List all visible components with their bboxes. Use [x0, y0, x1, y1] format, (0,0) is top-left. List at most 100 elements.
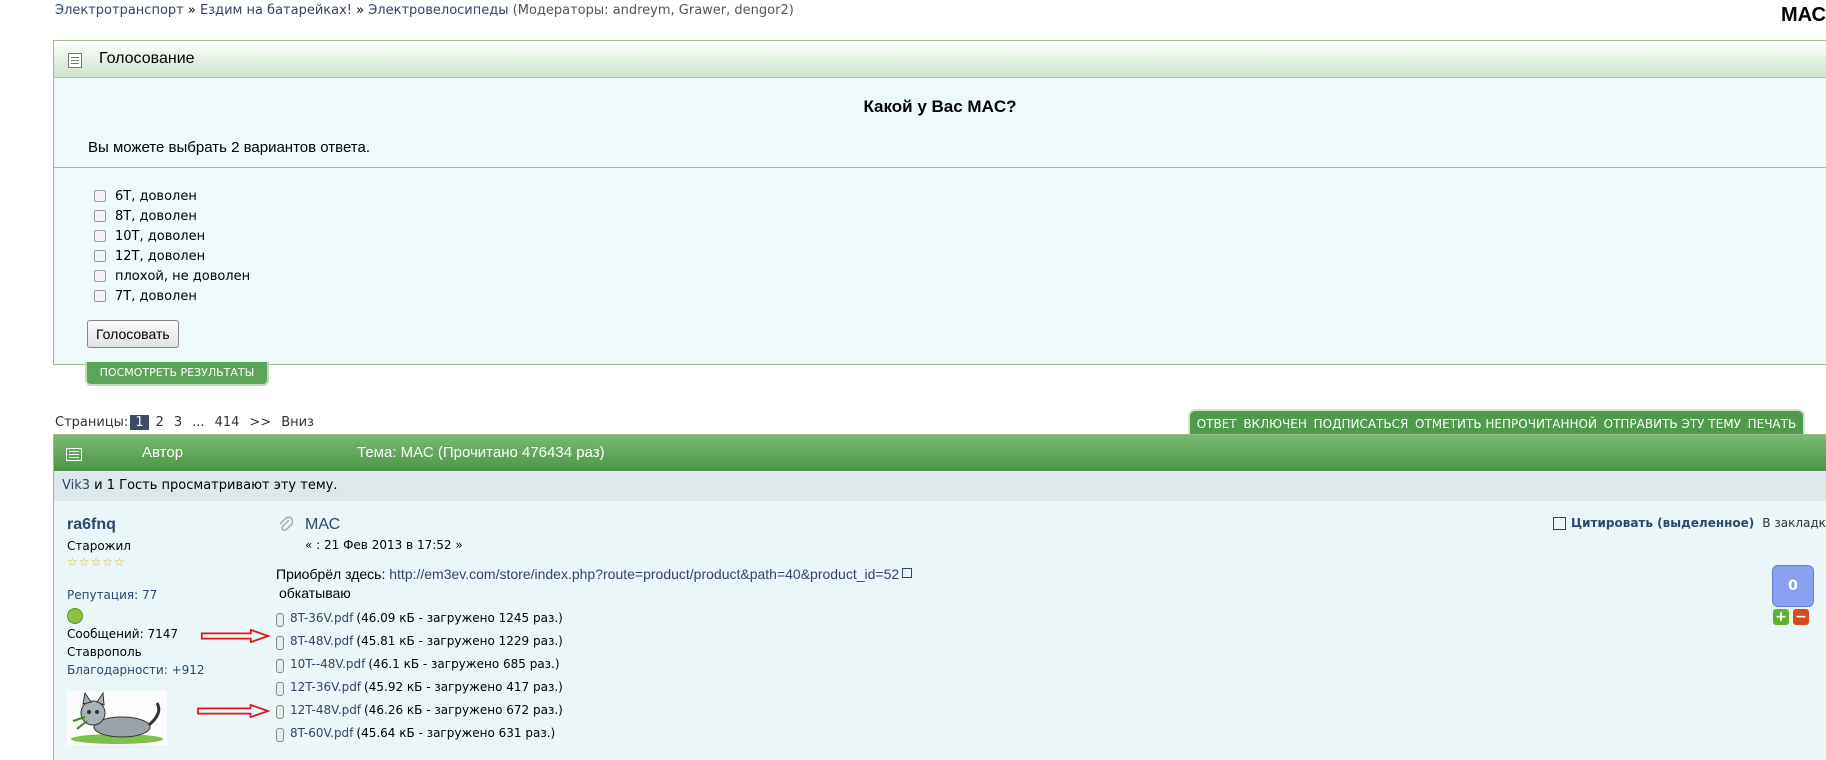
attachment-item: 12T-36V.pdf (45.92 кБ - загружено 417 раз… [276, 675, 563, 698]
checkbox[interactable] [94, 210, 106, 222]
poll-option-label: 8T, доволен [115, 208, 197, 224]
list-icon [68, 53, 82, 68]
enabled-button[interactable]: ВКЛЮЧЕН [1243, 417, 1307, 431]
breadcrumb-link-batteries[interactable]: Ездим на батарейках! [200, 3, 352, 18]
karma-minus-button[interactable]: − [1793, 609, 1809, 625]
pagination: Страницы: 1 2 3 ... 414 >> Вниз [55, 415, 319, 430]
jump-down-link[interactable]: Вниз [281, 415, 314, 430]
poll-options: 6T, доволен 8T, доволен 10T, доволен 12T… [94, 186, 250, 306]
red-arrow-annotation [197, 704, 271, 718]
checkbox[interactable] [94, 230, 106, 242]
poll-title: Голосование [99, 50, 195, 67]
quote-button[interactable]: Цитировать (выделенное) В закладки [1553, 516, 1826, 530]
topic-action-bar: ОТВЕТ ВКЛЮЧЕН ПОДПИСАТЬСЯ ОТМЕТИТЬ НЕПРО… [1188, 409, 1805, 436]
checkbox[interactable] [94, 250, 106, 262]
view-results-button[interactable]: ПОСМОТРЕТЬ РЕЗУЛЬТАТЫ [85, 362, 269, 386]
mark-unread-button[interactable]: ОТМЕТИТЬ НЕПРОЧИТАННОЙ [1415, 417, 1597, 431]
attachment-clip-icon [276, 659, 284, 673]
poll-option-label: 12T, доволен [115, 248, 206, 264]
subscribe-button[interactable]: ПОДПИСАТЬСЯ [1314, 417, 1409, 431]
poll-option[interactable]: 7T, доволен [94, 286, 250, 306]
attachment-link[interactable]: 12T-36V.pdf [290, 680, 361, 694]
post-bought-line: Приобрёл здесь: http://em3ev.com/store/i… [276, 566, 913, 582]
attachment-meta: (45.64 кБ - загружено 631 раз.) [356, 725, 556, 740]
poll-option[interactable]: 8T, доволен [94, 206, 250, 226]
checkbox[interactable] [94, 290, 106, 302]
cat-avatar-image [71, 691, 163, 744]
poster-thanks: Благодарности: +912 [67, 663, 205, 677]
karma-counter: 0 [1772, 565, 1814, 607]
red-arrow-annotation [200, 629, 271, 643]
attachment-link[interactable]: 12T-48V.pdf [290, 703, 361, 717]
poll-option-label: 7T, доволен [115, 288, 197, 304]
avatar [67, 691, 167, 745]
attachment-item: 12T-48V.pdf (46.26 кБ - загружено 672 раз… [276, 698, 563, 721]
print-button[interactable]: ПЕЧАТЬ [1748, 417, 1797, 431]
attachment-link[interactable]: 8T-48V.pdf [290, 634, 353, 648]
poster-location: Ставрополь [67, 645, 142, 659]
attachment-link[interactable]: 8T-36V.pdf [290, 611, 353, 625]
poll-question: Какой у Вас MAC? [863, 97, 1017, 116]
topic-title: Тема: МАС (Прочитано 476434 раз) [357, 444, 605, 461]
poll-option[interactable]: 6T, доволен [94, 186, 250, 206]
checkbox[interactable] [94, 270, 106, 282]
attachment-meta: (46.26 кБ - загружено 672 раз.) [364, 702, 563, 717]
page-next-link[interactable]: >> [249, 415, 271, 430]
reputation-icon[interactable] [67, 608, 83, 624]
poll-option[interactable]: 12T, доволен [94, 246, 250, 266]
poster-post-count: Сообщений: 7147 [67, 627, 178, 641]
author-column-header: Автор [142, 444, 184, 461]
breadcrumb-link-electrotransport[interactable]: Электротранспорт [55, 3, 184, 18]
attachment-item: 10T--48V.pdf (46.1 кБ - загружено 685 раз… [276, 652, 563, 675]
attachment-link[interactable]: 8T-60V.pdf [290, 726, 353, 740]
poll-header: Голосование [54, 41, 1826, 78]
corner-title: МАС [1780, 4, 1826, 26]
attachment-meta: (45.92 кБ - загружено 417 раз.) [364, 679, 563, 694]
page-link[interactable]: 414 [215, 415, 240, 430]
attachment-clip-icon [276, 705, 284, 719]
poll-option[interactable]: 10T, доволен [94, 226, 250, 246]
attachment-clip-icon [276, 728, 284, 742]
bought-label: Приобрёл здесь: [276, 566, 390, 582]
vote-button[interactable]: Голосовать [87, 320, 179, 348]
poll-option-label: 10T, доволен [115, 228, 206, 244]
attachments-list: 8T-36V.pdf (46.09 кБ - загружено 1245 раз… [276, 606, 563, 744]
page-ellipsis: ... [192, 415, 205, 430]
breadcrumb-separator: » [183, 3, 200, 18]
attachment-meta: (46.1 кБ - загружено 685 раз.) [368, 656, 560, 671]
reply-button[interactable]: ОТВЕТ [1197, 417, 1237, 431]
post-title-link[interactable]: МАС [305, 516, 340, 534]
external-link-icon [902, 568, 913, 578]
poll-divider [54, 167, 1826, 168]
quote-label: Цитировать (выделенное) [1571, 516, 1755, 530]
viewer-user-link[interactable]: Vik3 [62, 478, 90, 493]
attachment-link[interactable]: 10T--48V.pdf [290, 657, 365, 671]
breadcrumb-link-ebikes[interactable]: Электровелосипеды [368, 3, 508, 18]
breadcrumb: Электротранспорт » Ездим на батарейках! … [55, 3, 794, 18]
attachment-item: 8T-36V.pdf (46.09 кБ - загружено 1245 раз… [276, 606, 563, 629]
attachment-clip-icon [276, 613, 284, 627]
viewers-label: и 1 Гость просматривают эту тему. [90, 478, 338, 493]
attachment-clip-icon [276, 682, 284, 696]
poll-hint: Вы можете выбрать 2 вариантов ответа. [88, 139, 370, 156]
attachment-meta: (46.09 кБ - загружено 1245 раз.) [356, 610, 563, 625]
bookmark-link[interactable]: В закладки [1762, 516, 1826, 530]
topic-header: Автор Тема: МАС (Прочитано 476434 раз) [53, 434, 1826, 472]
page-current: 1 [130, 415, 149, 430]
poll-box: Голосование Какой у Вас MAC? Вы можете в… [53, 40, 1826, 365]
poster-rank: Старожил [67, 539, 131, 553]
send-topic-button[interactable]: ОТПРАВИТЬ ЭТУ ТЕМУ [1604, 417, 1741, 431]
poll-option-label: 6T, доволен [115, 188, 197, 204]
page-link[interactable]: 2 [156, 415, 164, 430]
post-body-text: обкатываю [279, 585, 351, 601]
checkbox[interactable] [94, 190, 106, 202]
poll-option[interactable]: плохой, не доволен [94, 266, 250, 286]
poster-name-link[interactable]: ra6fnq [67, 516, 116, 534]
attachment-item: 8T-48V.pdf (45.81 кБ - загружено 1229 раз… [276, 629, 563, 652]
store-link[interactable]: http://em3ev.com/store/index.php?route=p… [389, 566, 899, 582]
karma-plus-button[interactable]: + [1773, 609, 1789, 625]
paperclip-icon [279, 516, 294, 536]
poster-reputation: Репутация: 77 [67, 588, 158, 602]
page-link[interactable]: 3 [174, 415, 182, 430]
rank-stars: ☆☆☆☆☆ [67, 555, 126, 569]
